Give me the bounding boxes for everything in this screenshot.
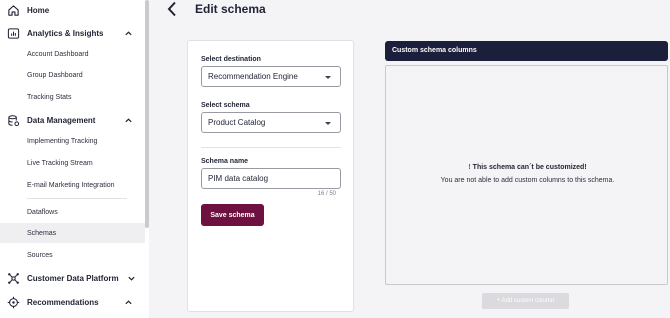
exclamation-icon: !	[468, 164, 471, 171]
sidebar-item-implementing-tracking[interactable]: Implementing Tracking	[0, 131, 145, 151]
sidebar-item-label: Schemas	[27, 229, 57, 237]
sidebar-item-tracking-stats[interactable]: Tracking Stats	[0, 87, 145, 107]
destination-select[interactable]: Recommendation Engine	[201, 66, 341, 87]
warning-message: ! This schema can´t be customized!	[386, 164, 669, 171]
warning-text: This schema can´t be customized!	[472, 164, 587, 171]
schema-name-label: Schema name	[201, 158, 249, 165]
analytics-icon	[6, 26, 20, 40]
sidebar-item-label: Live Tracking Stream	[27, 159, 93, 167]
sidebar-item-label: Account Dashboard	[27, 50, 89, 58]
char-counter: 16 / 50	[317, 191, 336, 197]
sidebar-divider	[27, 198, 127, 199]
main-content: Edit schema Select destination Recommend…	[149, 0, 670, 318]
schema-name-input[interactable]	[201, 168, 341, 189]
chevron-left-icon	[167, 1, 176, 17]
custom-columns-panel: Custom schema columns ! This schema can´t…	[385, 41, 668, 285]
sidebar-item-email-marketing-integration[interactable]: E-mail Marketing Integration	[0, 175, 145, 195]
database-icon	[6, 113, 20, 127]
chevron-up-icon[interactable]	[124, 29, 133, 38]
sidebar-item-account-dashboard[interactable]: Account Dashboard	[0, 44, 145, 64]
target-icon	[6, 295, 20, 309]
sidebar-section-cdp[interactable]: Customer Data Platform	[0, 268, 145, 288]
caret-down-icon	[325, 122, 331, 125]
info-text: You are not able to add custom columns t…	[440, 177, 615, 184]
chevron-down-icon[interactable]	[127, 274, 136, 283]
sidebar-item-live-tracking-stream[interactable]: Live Tracking Stream	[0, 153, 145, 173]
schema-select[interactable]: Product Catalog	[201, 112, 341, 133]
sidebar-item-label: Sources	[27, 251, 53, 259]
sidebar-section-data-management[interactable]: Data Management	[0, 110, 145, 130]
sidebar-section-recommendations[interactable]: Recommendations	[0, 292, 145, 312]
sidebar-item-dataflows[interactable]: Dataflows	[0, 202, 145, 222]
custom-columns-header: Custom schema columns	[385, 41, 668, 61]
custom-columns-body: ! This schema can´t be customized! You ar…	[385, 65, 668, 285]
sidebar: Home Analytics & Insights Account Dashbo…	[0, 0, 145, 318]
schema-label: Select schema	[201, 102, 250, 109]
chevron-up-icon[interactable]	[124, 298, 133, 307]
sidebar-section-label: Analytics & Insights	[27, 28, 104, 38]
form-divider	[201, 147, 341, 148]
schema-select-value: Product Catalog	[208, 118, 266, 127]
sidebar-item-label: Tracking Stats	[27, 93, 72, 101]
home-icon	[6, 3, 20, 17]
destination-select-value: Recommendation Engine	[208, 72, 298, 81]
sidebar-section-analytics[interactable]: Analytics & Insights	[0, 23, 145, 43]
custom-columns-title: Custom schema columns	[392, 47, 477, 54]
save-schema-button[interactable]: Save schema	[201, 204, 264, 226]
sidebar-item-label: E-mail Marketing Integration	[27, 181, 115, 189]
sidebar-item-group-dashboard[interactable]: Group Dashboard	[0, 65, 145, 85]
destination-label: Select destination	[201, 56, 261, 63]
chevron-up-icon[interactable]	[124, 116, 133, 125]
sidebar-section-label: Data Management	[27, 115, 96, 125]
sidebar-item-home[interactable]: Home	[0, 0, 145, 20]
network-icon	[6, 271, 20, 285]
caret-down-icon	[325, 76, 331, 79]
sidebar-item-label: Dataflows	[27, 208, 58, 216]
page-title: Edit schema	[195, 2, 266, 16]
sidebar-item-label: Home	[27, 5, 50, 15]
back-button[interactable]	[165, 1, 179, 17]
sidebar-item-label: Implementing Tracking	[27, 137, 98, 145]
sidebar-item-label: Group Dashboard	[27, 71, 83, 79]
sidebar-item-schemas[interactable]: Schemas	[0, 223, 145, 243]
add-custom-column-button[interactable]: + Add custom column	[482, 293, 569, 309]
schema-form-card: Select destination Recommendation Engine…	[187, 40, 354, 312]
sidebar-section-label: Recommendations	[27, 297, 99, 307]
sidebar-item-sources[interactable]: Sources	[0, 245, 145, 265]
sidebar-section-label: Customer Data Platform	[27, 273, 119, 283]
